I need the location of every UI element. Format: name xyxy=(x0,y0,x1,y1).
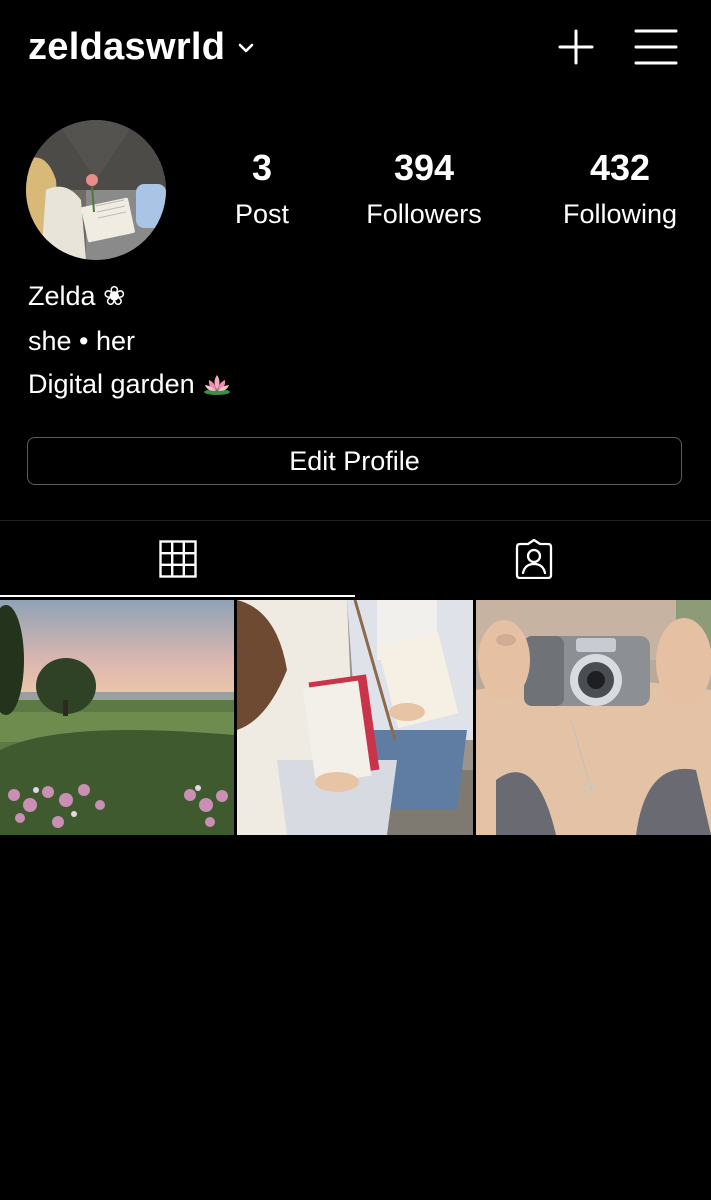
following-number: 432 xyxy=(589,147,651,188)
active-tab-indicator xyxy=(0,595,355,597)
pronouns: she • her xyxy=(28,326,136,356)
post-thumbnail[interactable] xyxy=(476,600,711,835)
username: zeldaswrld xyxy=(28,26,226,68)
followers-label: Followers xyxy=(366,199,482,229)
camera-photo xyxy=(476,600,711,835)
chevron-down-icon xyxy=(238,43,254,53)
edit-profile-button[interactable]: Edit Profile xyxy=(27,437,682,485)
account-switcher[interactable]: zeldaswrld xyxy=(28,24,255,70)
plus-icon[interactable] xyxy=(556,27,596,67)
avatar[interactable] xyxy=(26,120,166,260)
lotus-icon xyxy=(203,375,230,395)
posts-number: 3 xyxy=(251,147,273,188)
post-thumbnail[interactable] xyxy=(0,600,234,835)
tab-tagged[interactable] xyxy=(356,521,711,597)
landscape-photo xyxy=(0,600,234,835)
posts-label: Post xyxy=(234,199,290,229)
bio-description: Digital garden xyxy=(28,369,195,399)
grid-icon xyxy=(158,540,197,578)
followers-count[interactable]: 394 Followers xyxy=(348,146,500,234)
profile-name: Zelda ❀ xyxy=(28,281,126,311)
post-thumbnail[interactable] xyxy=(237,600,473,835)
top-bar: zeldaswrld xyxy=(0,0,711,96)
hamburger-menu-icon[interactable] xyxy=(634,27,678,67)
tab-posts-grid[interactable] xyxy=(0,521,355,597)
followers-number: 394 xyxy=(393,147,455,188)
following-label: Following xyxy=(562,199,678,229)
avatar-photo xyxy=(26,120,166,260)
notebooks-photo xyxy=(237,600,473,835)
posts-count[interactable]: 3 Post xyxy=(222,146,302,234)
bio-description-line: Digital garden xyxy=(28,367,231,401)
tagged-person-icon xyxy=(515,539,552,579)
following-count[interactable]: 432 Following xyxy=(545,146,695,234)
